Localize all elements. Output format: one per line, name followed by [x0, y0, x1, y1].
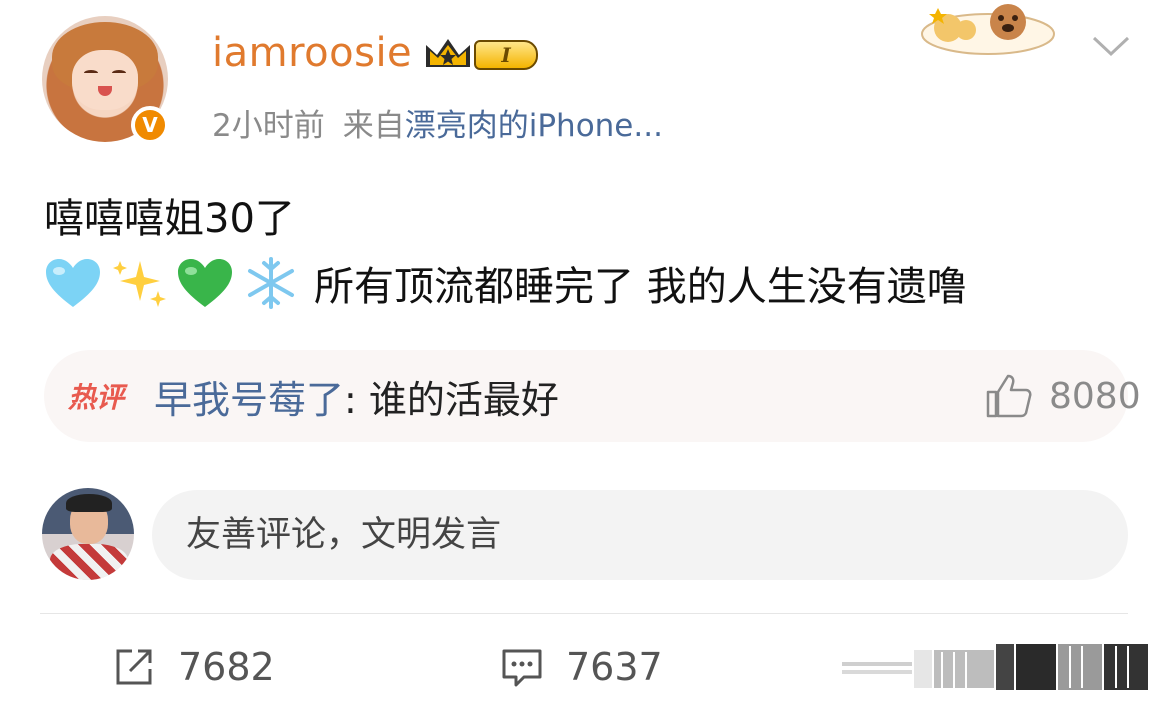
current-user-avatar[interactable]: [42, 488, 134, 580]
author-username[interactable]: iamroosie: [212, 30, 412, 76]
comment-count: 7637: [566, 645, 663, 689]
repost-count: 7682: [178, 645, 275, 689]
post-time: 2小时前: [212, 108, 325, 144]
post-meta: 2小时前 来自漂亮肉的iPhone...: [212, 100, 663, 145]
card-decoration-sticker: [921, 4, 1055, 55]
vip-crown-icon[interactable]: [422, 33, 474, 73]
sparkles-icon: [113, 261, 166, 307]
hot-commenter-name[interactable]: 早我号莓了: [154, 369, 344, 424]
chevron-down-icon[interactable]: [1090, 30, 1132, 60]
light-blue-heart-icon: [46, 259, 100, 307]
post-text-line2: 所有顶流都睡完了 我的人生没有遗噜: [314, 264, 967, 310]
snowflake-icon: [248, 257, 294, 309]
hot-comment-tag: 热评: [68, 381, 125, 414]
comment-icon: [502, 649, 542, 687]
hot-comment-text: : 谁的活最好: [344, 377, 559, 422]
post-source-link[interactable]: 漂亮肉的iPhone...: [405, 108, 663, 144]
hot-comment-like-count: 8080: [1049, 376, 1141, 417]
image-watermark-strip: [842, 644, 1148, 690]
divider: [40, 613, 1128, 614]
post-from-label: 来自: [342, 108, 405, 144]
repost-button[interactable]: 7682: [112, 640, 275, 694]
post-text-line2-row: 所有顶流都睡完了 我的人生没有遗噜: [44, 254, 967, 312]
hot-comment-card[interactable]: 热评 早我号莓了: 谁的活最好 8080: [44, 350, 1141, 442]
green-heart-icon: [178, 259, 232, 307]
like-thumb-icon[interactable]: [984, 372, 1034, 420]
comment-button[interactable]: 7637: [500, 640, 663, 694]
repost-icon: [116, 649, 152, 685]
verified-badge-icon: V: [131, 106, 169, 144]
comment-input[interactable]: [152, 490, 1128, 580]
post-text-line1: 嘻嘻嘻姐30了: [44, 196, 295, 242]
vip-level-badge[interactable]: I: [474, 40, 538, 70]
